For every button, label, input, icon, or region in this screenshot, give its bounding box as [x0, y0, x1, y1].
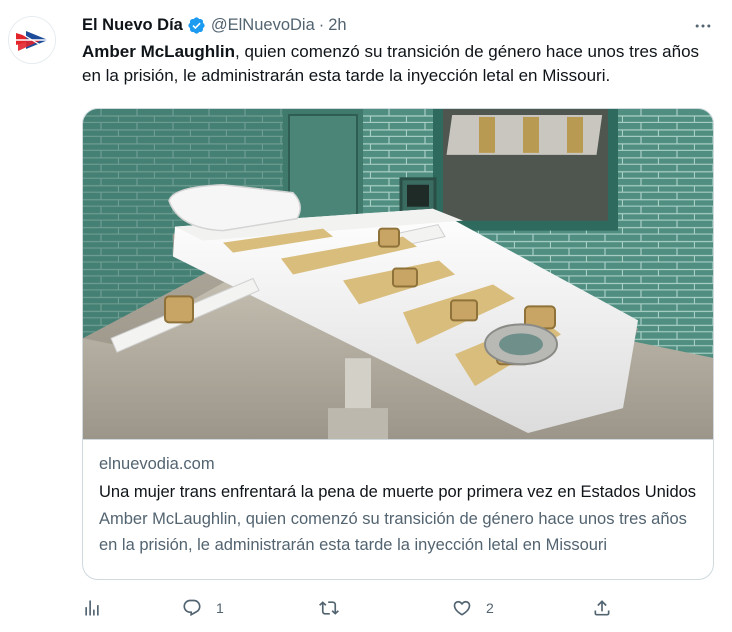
like-button[interactable]: 2 — [452, 593, 494, 623]
more-options-button[interactable] — [690, 14, 716, 38]
more-dots-icon — [695, 24, 711, 28]
tweet[interactable]: El Nuevo Día @ElNuevoDia · 2h Amber McLa… — [0, 0, 732, 632]
tweet-timestamp[interactable]: 2h — [328, 16, 346, 35]
reply-icon — [183, 599, 201, 617]
card-title: Una mujer trans enfrentará la pena de mu… — [99, 483, 697, 501]
link-preview-card[interactable]: elnuevodia.com Una mujer trans enfrentar… — [82, 108, 714, 580]
tweet-actions: 1 2 — [82, 593, 622, 623]
reply-button[interactable]: 1 — [182, 593, 224, 623]
el-nuevo-dia-logo-icon — [16, 31, 48, 51]
analytics-icon — [85, 600, 99, 616]
tweet-text-bold-name: Amber McLaughlin — [82, 42, 236, 61]
card-image — [83, 109, 713, 440]
retweet-button[interactable] — [319, 593, 353, 623]
share-icon — [594, 600, 610, 616]
views-button[interactable] — [82, 593, 102, 623]
separator-dot: · — [318, 15, 325, 34]
share-button[interactable] — [592, 593, 612, 623]
author-display-name[interactable]: El Nuevo Día — [82, 16, 183, 35]
card-domain: elnuevodia.com — [99, 455, 215, 473]
verified-badge-icon — [187, 16, 206, 35]
author-avatar[interactable] — [8, 16, 56, 64]
tweet-text: Amber McLaughlin, quien comenzó su trans… — [82, 40, 722, 88]
like-count: 2 — [486, 600, 494, 616]
author-handle[interactable]: @ElNuevoDia — [211, 16, 315, 35]
reply-count: 1 — [216, 600, 224, 616]
card-description: Amber McLaughlin, quien comenzó su trans… — [99, 510, 687, 554]
heart-icon — [453, 600, 471, 616]
tweet-header: El Nuevo Día @ElNuevoDia · 2h — [82, 12, 714, 38]
retweet-icon — [319, 601, 339, 615]
